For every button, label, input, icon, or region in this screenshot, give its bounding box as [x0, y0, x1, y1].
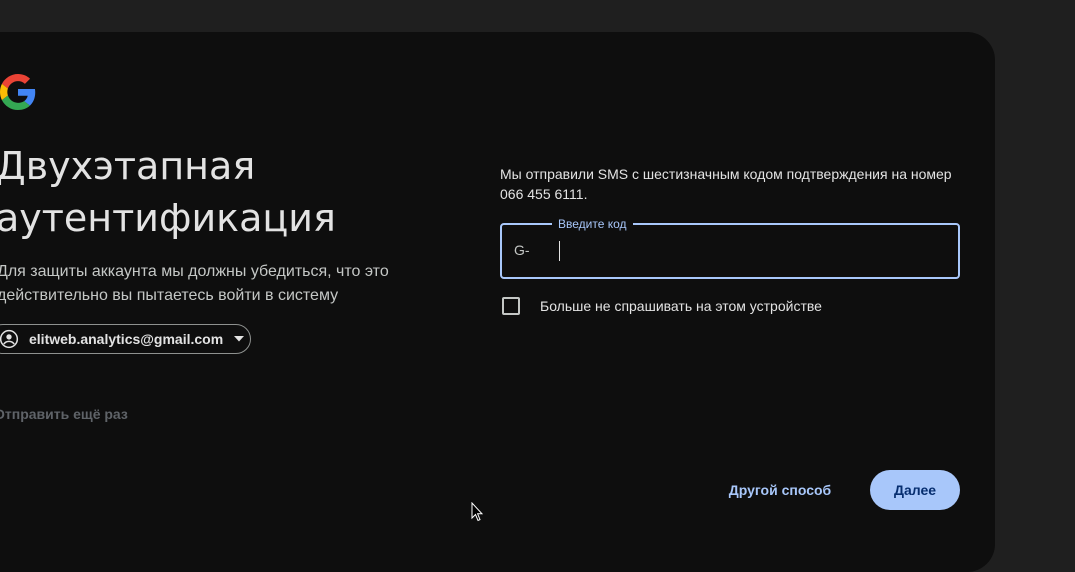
- sms-info-text: Мы отправили SMS с шестизначным кодом по…: [500, 166, 952, 202]
- code-prefix: G-: [514, 242, 530, 258]
- try-another-way-button[interactable]: Другой способ: [716, 470, 844, 510]
- code-field[interactable]: Введите код G-: [500, 216, 960, 279]
- page-subtitle: Для защиты аккаунта мы должны убедиться,…: [0, 263, 389, 304]
- resend-link[interactable]: Отправить ещё раз: [0, 406, 128, 422]
- remember-device-checkbox[interactable]: [502, 297, 520, 315]
- remember-device-row[interactable]: Больше не спрашивать на этом устройстве: [502, 297, 822, 315]
- account-email: elitweb.analytics@gmail.com: [29, 331, 224, 347]
- caret-down-icon: [234, 336, 245, 342]
- google-logo-icon: [0, 74, 36, 110]
- mouse-pointer-icon: [471, 502, 483, 522]
- code-field-label: Введите код: [552, 216, 633, 232]
- account-circle-icon: [0, 329, 19, 349]
- page-title: Двухэтапная аутентификация: [0, 144, 336, 240]
- remember-device-label[interactable]: Больше не спрашивать на этом устройстве: [540, 298, 822, 314]
- code-input[interactable]: [560, 235, 944, 267]
- next-button[interactable]: Далее: [870, 470, 960, 510]
- account-chip[interactable]: elitweb.analytics@gmail.com: [0, 324, 251, 354]
